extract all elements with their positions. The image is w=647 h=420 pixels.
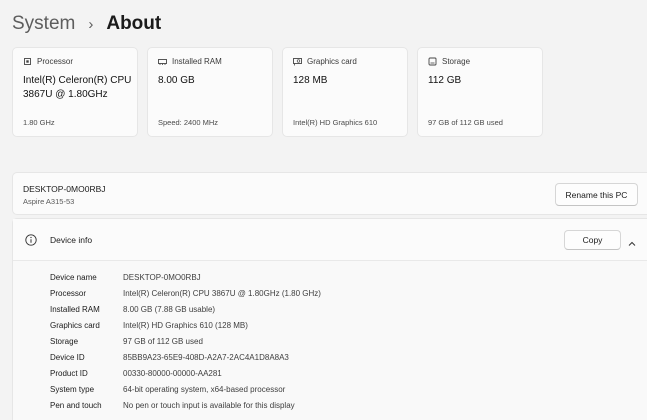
card-value: 112 GB xyxy=(428,75,462,86)
spec-value: Intel(R) Celeron(R) CPU 3867U @ 1.80GHz … xyxy=(123,288,321,298)
spec-row-processor: Processor Intel(R) Celeron(R) CPU 3867U … xyxy=(50,285,321,301)
page-title: About xyxy=(106,13,162,34)
spec-label: Installed RAM xyxy=(50,304,100,314)
card-title: Installed RAM xyxy=(172,57,222,66)
spec-cards: Processor Intel(R) Celeron(R) CPU 3867U … xyxy=(12,47,543,137)
spec-row-pen-and-touch: Pen and touch No pen or touch input is a… xyxy=(50,397,321,413)
pc-name: DESKTOP-0MO0RBJ xyxy=(23,184,106,194)
spec-row-device-name: Device name DESKTOP-0MO0RBJ xyxy=(50,269,321,285)
spec-label: Product ID xyxy=(50,368,88,378)
spec-value: 64-bit operating system, x64-based proce… xyxy=(123,384,286,394)
card-storage: Storage 112 GB 97 GB of 112 GB used xyxy=(417,47,543,137)
card-value: Intel(R) Celeron(R) CPU 3867U @ 1.80GHz xyxy=(23,75,132,100)
card-sub: Speed: 2400 MHz xyxy=(158,118,219,127)
device-info-title: Device info xyxy=(50,235,93,245)
spec-row-device-id: Device ID 85BB9A23-65E9-408D-A2A7-2AC4A1… xyxy=(50,349,321,365)
device-info-panel: Device info Copy Device name DESKTOP-0MO… xyxy=(12,218,647,420)
spec-label: Device ID xyxy=(50,352,85,362)
breadcrumb: System › About xyxy=(12,10,161,38)
ram-icon xyxy=(158,57,167,66)
spec-label: Processor xyxy=(50,288,87,298)
spec-value: 8.00 GB (7.88 GB usable) xyxy=(123,304,216,314)
card-value: 128 MB xyxy=(293,75,328,86)
device-spec-list: Device name DESKTOP-0MO0RBJ Processor In… xyxy=(50,269,321,413)
card-sub: 97 GB of 112 GB used xyxy=(428,118,503,127)
card-value: 8.00 GB xyxy=(158,75,195,86)
spec-label: Device name xyxy=(50,272,97,282)
spec-value: 00330-80000-00000-AA281 xyxy=(123,368,222,378)
spec-row-storage: Storage 97 GB of 112 GB used xyxy=(50,333,321,349)
spec-value: 97 GB of 112 GB used xyxy=(123,336,203,346)
rename-pc-button[interactable]: Rename this PC xyxy=(555,183,638,206)
spec-row-system-type: System type 64-bit operating system, x64… xyxy=(50,381,321,397)
card-sub: 1.80 GHz xyxy=(23,118,55,127)
chevron-up-icon[interactable] xyxy=(627,235,637,253)
card-sub: Intel(R) HD Graphics 610 xyxy=(293,118,378,127)
spec-label: Graphics card xyxy=(50,320,100,330)
card-title: Storage xyxy=(442,57,471,66)
pc-name-row: DESKTOP-0MO0RBJ Aspire A315-53 Rename th… xyxy=(12,172,647,215)
spec-label: System type xyxy=(50,384,95,394)
spec-row-installed-ram: Installed RAM 8.00 GB (7.88 GB usable) xyxy=(50,301,321,317)
graphics-card-icon xyxy=(293,57,302,66)
storage-icon xyxy=(428,57,437,66)
breadcrumb-separator: › xyxy=(88,15,94,33)
spec-value: Intel(R) HD Graphics 610 (128 MB) xyxy=(123,320,248,330)
card-graphics-card: Graphics card 128 MB Intel(R) HD Graphic… xyxy=(282,47,408,137)
breadcrumb-system[interactable]: System xyxy=(12,13,75,35)
processor-icon xyxy=(23,57,32,66)
spec-row-product-id: Product ID 00330-80000-00000-AA281 xyxy=(50,365,321,381)
spec-label: Storage xyxy=(50,336,79,346)
card-processor: Processor Intel(R) Celeron(R) CPU 3867U … xyxy=(12,47,138,137)
card-title: Processor xyxy=(37,57,74,66)
card-title: Graphics card xyxy=(307,57,357,66)
card-installed-ram: Installed RAM 8.00 GB Speed: 2400 MHz xyxy=(147,47,273,137)
spec-row-graphics-card: Graphics card Intel(R) HD Graphics 610 (… xyxy=(50,317,321,333)
pc-model: Aspire A315-53 xyxy=(23,197,75,206)
info-icon xyxy=(25,233,37,251)
copy-button[interactable]: Copy xyxy=(564,230,621,250)
spec-label: Pen and touch xyxy=(50,400,102,410)
spec-value: DESKTOP-0MO0RBJ xyxy=(123,272,201,282)
spec-value: No pen or touch input is available for t… xyxy=(123,400,295,410)
device-info-header[interactable]: Device info Copy xyxy=(13,219,647,261)
spec-value: 85BB9A23-65E9-408D-A2A7-2AC4A1D8A8A3 xyxy=(123,352,289,362)
